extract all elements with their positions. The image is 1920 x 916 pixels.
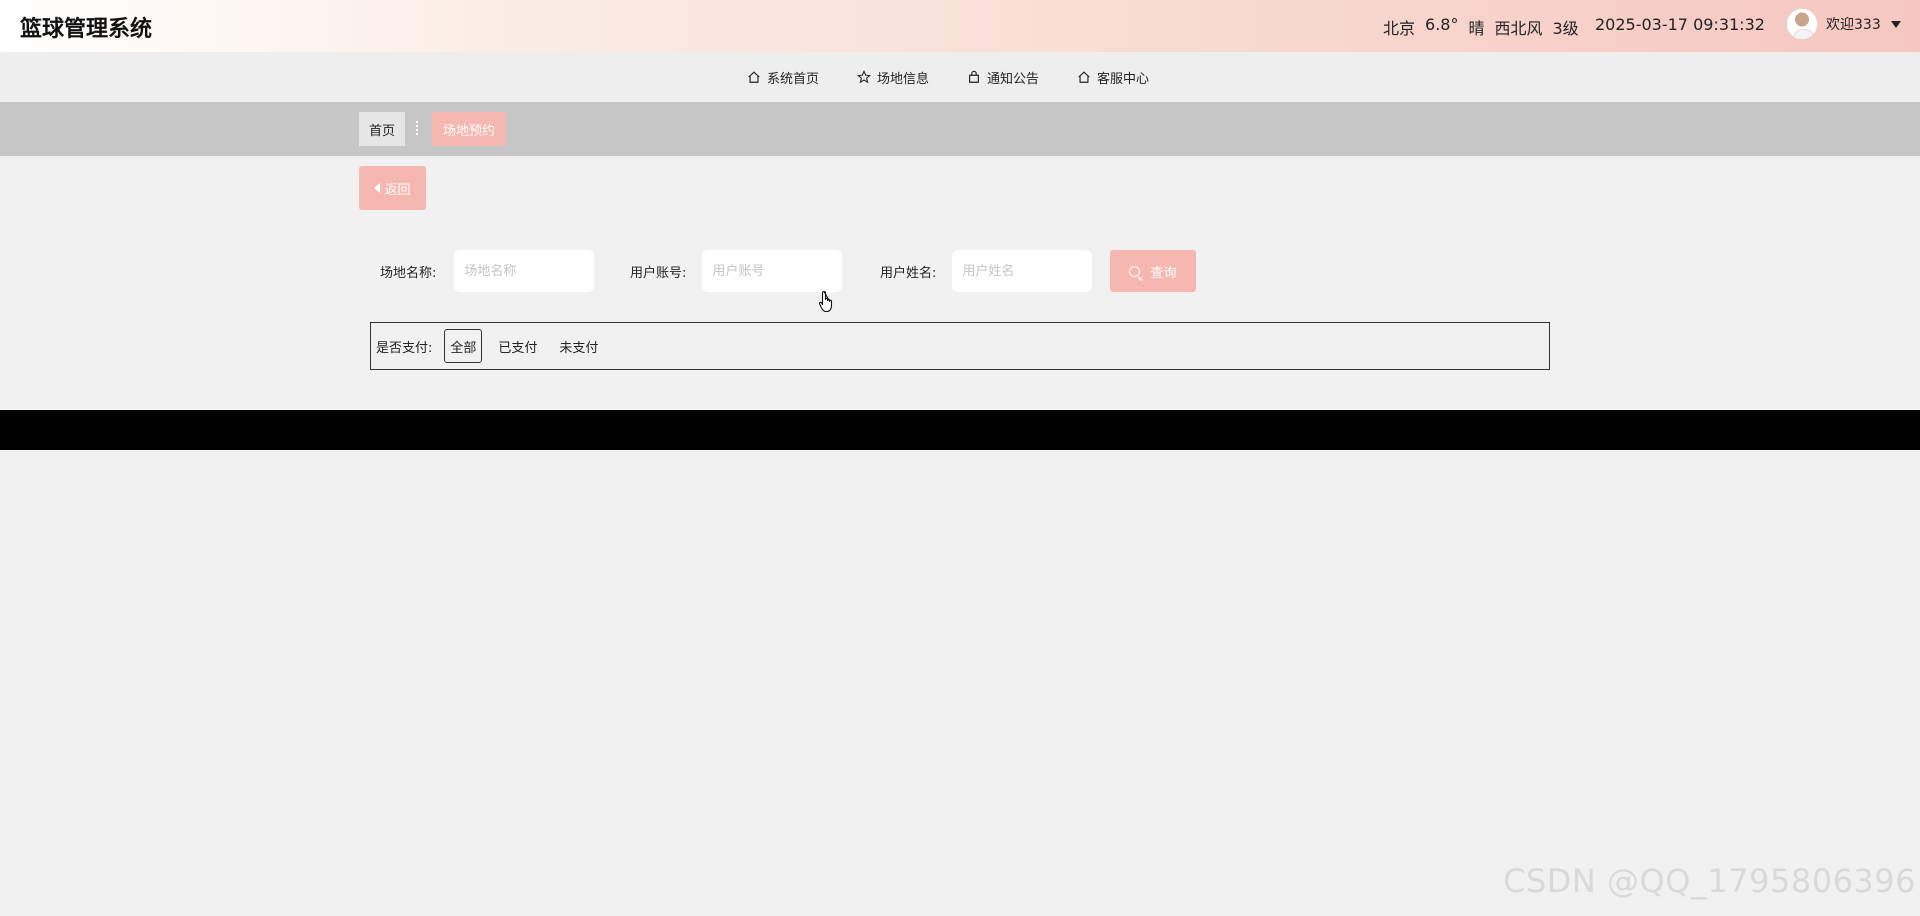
nav-item-label: 客服中心	[1097, 71, 1150, 87]
nav-item-home[interactable]: 系统首页	[747, 68, 819, 87]
payment-filter: 是否支付: 全部 已支付 未支付	[370, 322, 1550, 370]
back-button-label: 返回	[384, 181, 411, 197]
weather-temp: 6.8°	[1425, 15, 1459, 34]
home-icon	[1078, 71, 1090, 83]
welcome-text[interactable]: 欢迎333	[1826, 14, 1881, 34]
payment-option-all[interactable]: 全部	[444, 329, 483, 363]
nav-item-venues[interactable]: 场地信息	[857, 68, 929, 87]
user-menu[interactable]: 欢迎333	[1786, 8, 1901, 40]
name-input[interactable]	[952, 250, 1093, 292]
account-field: 用户账号:	[630, 250, 843, 292]
search-icon	[1129, 265, 1141, 277]
nav-item-label: 场地信息	[877, 71, 930, 87]
nav-item-label: 通知公告	[987, 71, 1040, 87]
home-icon	[748, 71, 760, 83]
nav-item-label: 系统首页	[767, 71, 820, 87]
weather-condition: 晴	[1468, 19, 1485, 38]
bag-icon	[969, 70, 979, 83]
venue-field: 场地名称:	[380, 250, 595, 292]
name-label: 用户姓名:	[880, 265, 937, 281]
current-datetime: 2025-03-17 09:31:32	[1595, 15, 1765, 34]
payment-option-paid[interactable]: 已支付	[492, 329, 543, 363]
venue-label: 场地名称:	[380, 265, 437, 281]
back-arrow-icon	[374, 183, 381, 193]
caret-down-icon[interactable]	[1890, 20, 1901, 28]
query-button[interactable]: 查询	[1110, 250, 1196, 292]
weather-wind: 西北风	[1494, 19, 1543, 38]
nav-item-support[interactable]: 客服中心	[1077, 68, 1149, 87]
breadcrumb-current: 场地预约	[432, 112, 507, 146]
name-field: 用户姓名:	[880, 250, 1093, 292]
account-label: 用户账号:	[630, 265, 687, 281]
query-button-label: 查询	[1150, 264, 1177, 280]
nav-item-notices[interactable]: 通知公告	[967, 68, 1039, 87]
payment-filter-label: 是否支付:	[376, 340, 433, 356]
top-header: 篮球管理系统 北京 6.8° 晴 西北风 3级 2025-03-17 09:31…	[0, 0, 1920, 52]
weather-level: 3级	[1552, 19, 1579, 38]
hand-pointer-icon	[818, 290, 833, 313]
account-input[interactable]	[702, 250, 843, 292]
venue-input[interactable]	[454, 250, 595, 292]
avatar[interactable]	[1786, 8, 1818, 40]
breadcrumb-separator	[416, 121, 422, 135]
payment-option-unpaid[interactable]: 未支付	[553, 329, 604, 363]
weather-info: 北京 6.8° 晴 西北风 3级	[1383, 15, 1579, 39]
star-icon	[857, 70, 872, 84]
breadcrumb: 首页 场地预约	[0, 102, 1920, 156]
weather-city: 北京	[1383, 19, 1416, 38]
back-button[interactable]: 返回	[359, 166, 426, 210]
main-nav: 系统首页 场地信息 通知公告 客服中心	[0, 52, 1920, 102]
breadcrumb-home[interactable]: 首页	[359, 112, 406, 146]
footer	[0, 410, 1920, 450]
app-title: 篮球管理系统	[20, 17, 153, 42]
watermark: CSDN @QQ_1795806396	[1503, 862, 1916, 900]
